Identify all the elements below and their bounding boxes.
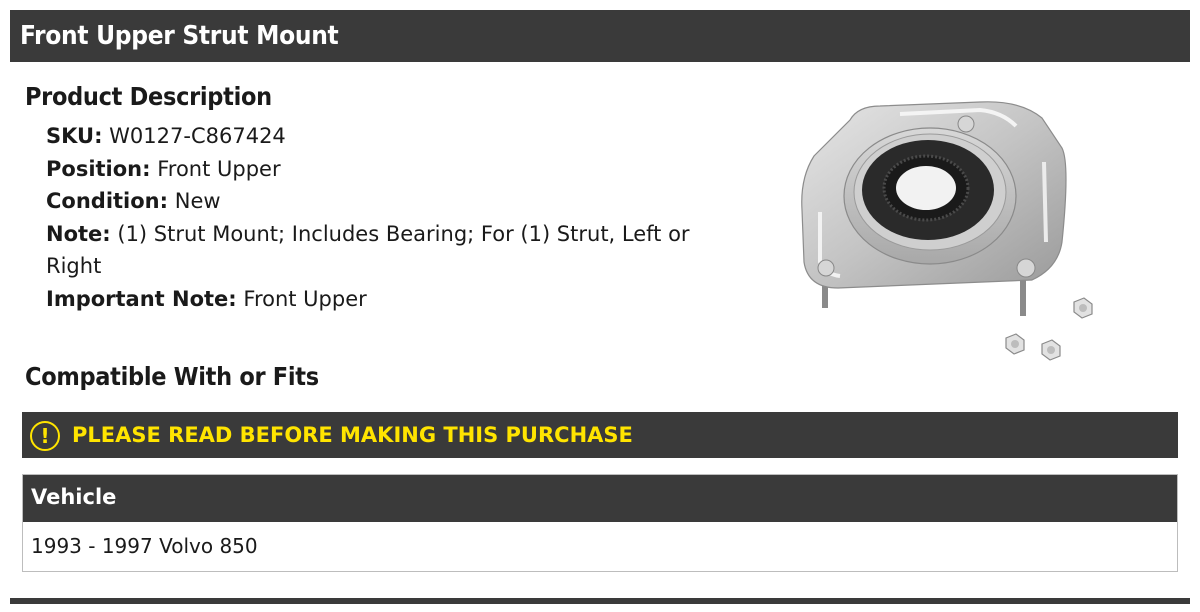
vehicle-column-header: Vehicle [31, 485, 117, 509]
compatibility-heading: Compatible With or Fits [25, 362, 319, 391]
exclamation-circle-icon: ! [30, 421, 60, 451]
product-description-list: SKU: W0127-C867424 Position: Front Upper… [46, 120, 736, 315]
purchase-warning-text: PLEASE READ BEFORE MAKING THIS PURCHASE [72, 423, 633, 447]
strut-mount-product-image [801, 101, 1093, 361]
sku-label: SKU: [46, 124, 103, 148]
condition-line: Condition: New [46, 185, 736, 218]
sku-value: W0127-C867424 [109, 124, 286, 148]
table-row: 1993 - 1997 Volvo 850 [23, 522, 1177, 571]
page-title: Front Upper Strut Mount [20, 21, 339, 51]
condition-value: New [174, 189, 221, 213]
fitment-table: Vehicle 1993 - 1997 Volvo 850 [22, 474, 1178, 572]
note-line: Note: (1) Strut Mount; Includes Bearing;… [46, 218, 736, 283]
condition-label: Condition: [46, 189, 169, 213]
important-note-label: Important Note: [46, 286, 237, 311]
note-label: Note: [46, 221, 111, 246]
note-value: (1) Strut Mount; Includes Bearing; For (… [46, 221, 690, 279]
important-note-line: Important Note: Front Upper [46, 283, 736, 316]
purchase-warning-banner: ! PLEASE READ BEFORE MAKING THIS PURCHAS… [22, 412, 1178, 458]
position-label: Position: [46, 156, 151, 181]
position-line: Position: Front Upper [46, 153, 736, 186]
fitment-table-header: Vehicle [23, 475, 1177, 522]
vehicle-cell: 1993 - 1997 Volvo 850 [31, 534, 258, 558]
product-description-heading: Product Description [25, 82, 272, 111]
important-note-value: Front Upper [243, 286, 367, 311]
page-title-bar: Front Upper Strut Mount [10, 10, 1190, 62]
bottom-divider [10, 598, 1190, 604]
sku-line: SKU: W0127-C867424 [46, 120, 736, 153]
position-value: Front Upper [157, 156, 281, 181]
